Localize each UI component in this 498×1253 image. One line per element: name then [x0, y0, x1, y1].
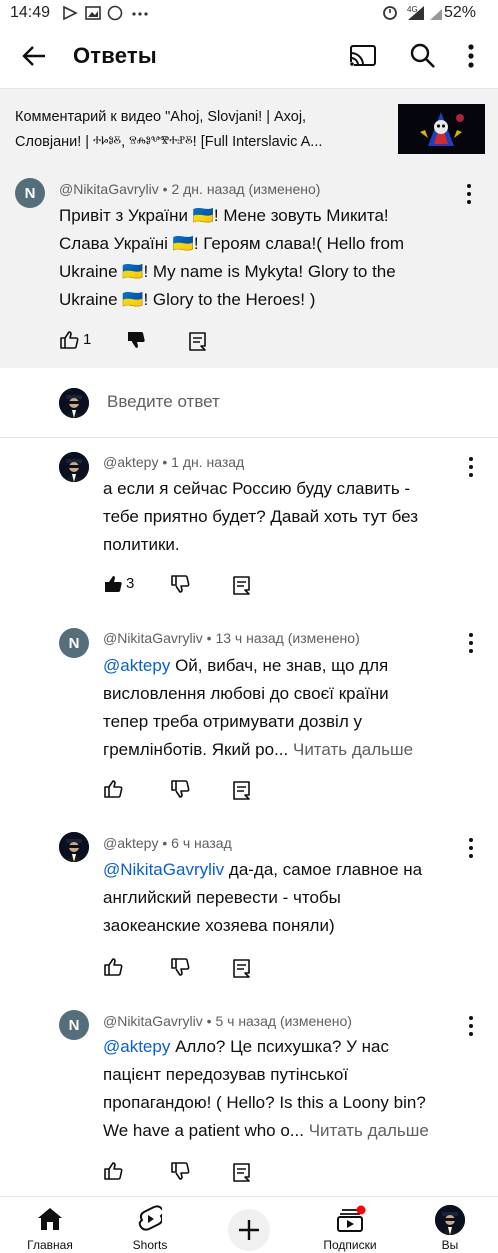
shorts-icon — [138, 1205, 162, 1231]
nav-label: Вы — [441, 1238, 459, 1252]
page-title: Ответы — [73, 43, 157, 68]
nav-home[interactable]: Главная — [5, 1197, 95, 1253]
reply-icon[interactable] — [232, 780, 252, 800]
reply-item: @aktepy • 6 ч назад @NikitaGavryliv да-д… — [0, 816, 498, 994]
reply-icon[interactable] — [232, 575, 252, 595]
status-icons: 4G — [383, 5, 442, 20]
dislike-icon[interactable] — [170, 780, 190, 800]
nav-you[interactable]: Вы — [405, 1197, 495, 1253]
cast-icon[interactable] — [349, 44, 377, 68]
like-icon[interactable] — [103, 957, 123, 977]
reply-item: N @NikitaGavryliv • 13 ч назад (изменено… — [0, 612, 498, 816]
reply-line: английский перевести - чтобы — [103, 888, 341, 907]
reply-meta: @NikitaGavryliv • 13 ч назад (изменено) — [103, 630, 360, 646]
mention-link[interactable]: @aktepy — [103, 1037, 170, 1056]
reply-line: висловлення любові до своєї країни — [103, 684, 389, 703]
dislike-icon[interactable] — [170, 1162, 190, 1182]
battery-percent: 52% — [444, 4, 477, 21]
comment-line: Ukraine 🇺🇦! Glory to the Heroes! ) — [59, 290, 316, 309]
avatar[interactable]: N — [15, 178, 45, 208]
like-count: 1 — [83, 331, 92, 348]
nav-subscriptions[interactable]: Подписки — [305, 1197, 395, 1253]
reply-line: заокеанские хозяева поняли) — [103, 916, 335, 935]
mention-link[interactable]: @NikitaGavryliv — [103, 860, 224, 879]
dark-avatar-icon — [59, 832, 89, 862]
reply-line: а если я сейчас Россию буду славить - — [103, 479, 411, 498]
reply-meta: @aktepy • 1 дн. назад — [103, 454, 245, 470]
search-icon[interactable] — [409, 42, 437, 70]
dislike-icon[interactable] — [170, 958, 190, 978]
reply-icon[interactable] — [188, 331, 208, 351]
like-filled-icon[interactable] — [103, 574, 123, 594]
thumbnail-image — [398, 104, 485, 154]
reply-input-bar[interactable]: Введите ответ — [0, 370, 498, 438]
dark-avatar-icon — [435, 1205, 465, 1235]
notification-icons — [63, 5, 148, 21]
my-avatar — [59, 388, 89, 418]
avatar[interactable] — [59, 452, 89, 482]
home-icon — [38, 1208, 62, 1230]
status-time: 14:49 — [10, 4, 51, 21]
reply-line: гремлінботів. Який ро... — [103, 740, 289, 759]
reply-line: политики. — [103, 535, 180, 554]
back-arrow-icon[interactable] — [21, 44, 47, 68]
reply-text: @aktepy Алло? Це психушка? У нас пацієнт… — [103, 1033, 488, 1145]
plus-icon — [239, 1220, 259, 1240]
reply-text: а если я сейчас Россию буду славить - те… — [103, 475, 483, 559]
more-options-icon[interactable] — [466, 43, 476, 69]
network-type: 4G — [407, 5, 418, 14]
avatar[interactable] — [59, 832, 89, 862]
dislike-icon[interactable] — [170, 575, 190, 595]
like-icon[interactable] — [103, 779, 123, 799]
avatar — [435, 1205, 465, 1235]
comment-line: Привіт з України 🇺🇦! Мене зовуть Микита! — [59, 206, 389, 225]
reply-line: тепер треба отримувати дозвіл у — [103, 712, 362, 731]
original-comment: N @NikitaGavryliv • 2 дн. назад (изменен… — [0, 170, 498, 368]
comment-line: Слава Україні 🇺🇦! Героям слава!( Hello f… — [59, 234, 405, 253]
create-button[interactable] — [228, 1209, 270, 1251]
reply-line: Ой, вибач, не знав, що для — [170, 656, 389, 675]
dislike-icon[interactable] — [126, 331, 146, 351]
comment-line: Ukraine 🇺🇦! My name is Mykyta! Glory to … — [59, 262, 396, 281]
reply-icon[interactable] — [232, 1162, 252, 1182]
comment-meta: @NikitaGavryliv • 2 дн. назад (изменено) — [59, 181, 321, 197]
reply-line: тебе приятно будет? Давай хоть тут без — [103, 507, 419, 526]
reply-text: @aktepy Ой, вибач, не знав, що для висло… — [103, 652, 488, 764]
reply-icon[interactable] — [232, 958, 252, 978]
comment-text: Привіт з України 🇺🇦! Мене зовуть Микита!… — [59, 202, 489, 314]
reply-text: @NikitaGavryliv да-да, самое главное на … — [103, 856, 488, 940]
dark-avatar-icon — [59, 452, 89, 482]
reply-line: пацієнт передозував путінської — [103, 1065, 349, 1084]
mention-link[interactable]: @aktepy — [103, 656, 170, 675]
like-count: 3 — [126, 575, 135, 592]
reply-line: пропагандою! ( Hello? Is this a Loony bi… — [103, 1093, 426, 1112]
reply-meta: @aktepy • 6 ч назад — [103, 835, 232, 851]
read-more-link[interactable]: Читать дальше — [309, 1121, 429, 1140]
like-icon[interactable] — [103, 1161, 123, 1181]
reply-line: да-да, самое главное на — [224, 860, 423, 879]
app-bar: Ответы — [0, 26, 498, 88]
reply-input[interactable]: Введите ответ — [107, 392, 220, 412]
nav-label: Главная — [27, 1238, 73, 1252]
reply-line: We have a patient who o... — [103, 1121, 304, 1140]
nav-shorts[interactable]: Shorts — [105, 1197, 195, 1253]
nav-label: Shorts — [132, 1238, 168, 1252]
reply-meta: @NikitaGavryliv • 5 ч назад (изменено) — [103, 1013, 352, 1029]
avatar[interactable]: N — [59, 628, 89, 658]
video-context-bar[interactable]: Комментарий к видео "Ahoj, Slovjani! | А… — [0, 88, 498, 171]
reply-line: Алло? Це психушка? У нас — [170, 1037, 389, 1056]
reply-item: @aktepy • 1 дн. назад а если я сейчас Ро… — [0, 437, 498, 612]
subscriptions-icon — [337, 1205, 366, 1232]
read-more-link[interactable]: Читать дальше — [293, 740, 413, 759]
reply-item: N @NikitaGavryliv • 5 ч назад (изменено)… — [0, 994, 498, 1196]
like-icon[interactable] — [59, 330, 79, 350]
video-thumbnail[interactable] — [398, 104, 485, 154]
nav-label: Подписки — [323, 1238, 377, 1252]
video-title: Комментарий к видео "Ahoj, Slovjani! | А… — [15, 109, 323, 150]
status-bar: 14:49 4G 52% — [0, 0, 498, 26]
avatar[interactable]: N — [59, 1010, 89, 1040]
bottom-navigation: Главная Shorts Подписки Вы — [0, 1196, 498, 1253]
dark-avatar-icon — [59, 388, 89, 418]
